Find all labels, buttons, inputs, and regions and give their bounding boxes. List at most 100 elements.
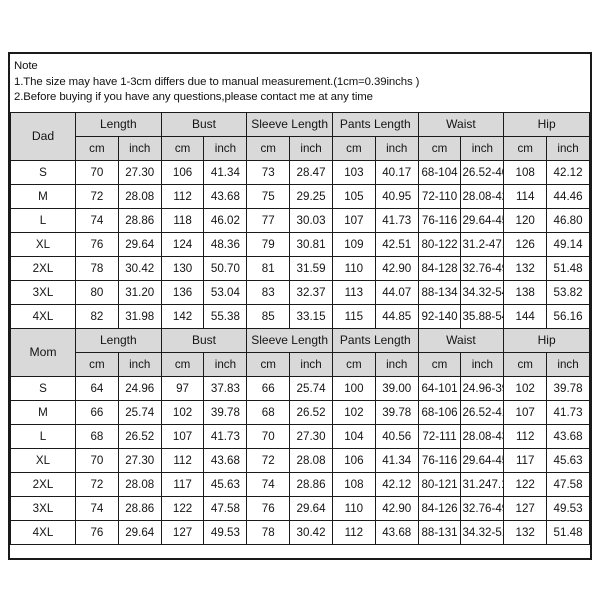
cell-pants-cm: 103 <box>331 159 376 185</box>
dad-unit-bust-cm: cm <box>160 135 205 161</box>
cell-sleeve-inch: 29.25 <box>289 183 333 209</box>
cell-length-cm: 74 <box>75 495 119 521</box>
cell-pants-cm: 112 <box>331 519 376 545</box>
dad-unit-waist-cm: cm <box>417 135 462 161</box>
cell-length-inch: 30.42 <box>117 255 162 281</box>
note-line-title: Note <box>14 60 38 72</box>
cell-hip-cm: 120 <box>503 207 548 233</box>
cell-pants-inch: 40.95 <box>374 183 419 209</box>
mom-unit-waist-cm: cm <box>417 351 462 377</box>
dad-header-row-units: cm inch cm inch cm inch cm inch cm inch … <box>11 135 590 161</box>
cell-sleeve-cm: 75 <box>246 183 291 209</box>
cell-pants-cm: 102 <box>331 399 376 425</box>
cell-waist-cm: 88-134 <box>417 279 462 305</box>
cell-hip-inch: 44.46 <box>546 183 590 209</box>
dad-header-length: Length <box>75 111 162 137</box>
mom-group-label: Mom <box>10 327 76 377</box>
dad-unit-sleeve-inch: inch <box>289 135 333 161</box>
cell-length-inch: 29.64 <box>117 231 162 257</box>
size-chart-body: Dad Length Bust Sleeve Length Pants Leng… <box>10 111 590 545</box>
cell-bust-cm: 102 <box>160 399 205 425</box>
cell-sleeve-cm: 74 <box>246 471 291 497</box>
cell-pants-cm: 110 <box>331 255 376 281</box>
cell-pants-inch: 42.90 <box>374 495 419 521</box>
cell-waist-cm: 68-104 <box>417 159 462 185</box>
mom-unit-length-inch: inch <box>117 351 162 377</box>
cell-size: 3XL <box>10 495 76 521</box>
cell-sleeve-inch: 33.15 <box>289 303 333 329</box>
cell-length-inch: 27.30 <box>117 159 162 185</box>
cell-hip-inch: 41.73 <box>546 399 590 425</box>
cell-length-inch: 28.86 <box>117 495 162 521</box>
dad-header-waist: Waist <box>417 111 505 137</box>
cell-hip-cm: 102 <box>503 375 548 401</box>
cell-hip-inch: 42.12 <box>546 159 590 185</box>
cell-waist-cm: 88-131 <box>417 519 462 545</box>
table-row: 3XL 80 31.20 136 53.04 83 32.37 113 44.0… <box>10 279 590 305</box>
cell-sleeve-cm: 79 <box>246 231 291 257</box>
cell-bust-inch: 50.70 <box>203 255 248 281</box>
cell-waist-inch: 26.52-41.34 <box>460 399 505 425</box>
dad-unit-length-inch: inch <box>117 135 162 161</box>
cell-waist-inch: 31.2-47.58 <box>460 231 505 257</box>
cell-hip-inch: 47.58 <box>546 471 590 497</box>
cell-length-cm: 68 <box>75 423 119 449</box>
table-row: XL 70 27.30 112 43.68 72 28.08 106 41.34… <box>10 447 590 473</box>
cell-length-cm: 74 <box>75 207 119 233</box>
cell-sleeve-inch: 31.59 <box>289 255 333 281</box>
table-row: XL 76 29.64 124 48.36 79 30.81 109 42.51… <box>10 231 590 257</box>
cell-hip-cm: 122 <box>503 471 548 497</box>
dad-header-sleeve-length: Sleeve Length <box>246 111 333 137</box>
cell-hip-inch: 45.63 <box>546 447 590 473</box>
cell-sleeve-inch: 25.74 <box>289 375 333 401</box>
cell-sleeve-cm: 76 <box>246 495 291 521</box>
cell-hip-inch: 43.68 <box>546 423 590 449</box>
cell-bust-cm: 112 <box>160 183 205 209</box>
cell-length-inch: 25.74 <box>117 399 162 425</box>
table-row: M 72 28.08 112 43.68 75 29.25 105 40.95 … <box>10 183 590 209</box>
mom-unit-length-cm: cm <box>75 351 119 377</box>
note-line-1: 1.The size may have 1-3cm differs due to… <box>14 75 420 88</box>
dad-unit-pants-cm: cm <box>331 135 376 161</box>
cell-waist-cm: 76-116 <box>417 207 462 233</box>
cell-size: XL <box>10 231 76 257</box>
cell-length-inch: 31.20 <box>117 279 162 305</box>
cell-pants-cm: 115 <box>331 303 376 329</box>
mom-unit-waist-inch: inch <box>460 351 505 377</box>
cell-hip-cm: 127 <box>503 495 548 521</box>
cell-sleeve-inch: 30.81 <box>289 231 333 257</box>
cell-hip-inch: 53.82 <box>546 279 590 305</box>
cell-length-inch: 31.98 <box>117 303 162 329</box>
cell-sleeve-inch: 28.08 <box>289 447 333 473</box>
table-row: L 74 28.86 118 46.02 77 30.03 107 41.73 … <box>10 207 590 233</box>
cell-pants-inch: 41.73 <box>374 207 419 233</box>
cell-waist-inch: 24.96-39.39 <box>460 375 505 401</box>
cell-sleeve-inch: 28.47 <box>289 159 333 185</box>
mom-header-length: Length <box>75 327 162 353</box>
cell-bust-cm: 118 <box>160 207 205 233</box>
cell-length-inch: 24.96 <box>117 375 162 401</box>
cell-length-cm: 76 <box>75 519 119 545</box>
cell-length-cm: 72 <box>75 183 119 209</box>
cell-bust-inch: 47.58 <box>203 495 248 521</box>
cell-hip-cm: 112 <box>503 423 548 449</box>
cell-bust-inch: 37.83 <box>203 375 248 401</box>
cell-bust-cm: 117 <box>160 471 205 497</box>
mom-unit-bust-cm: cm <box>160 351 205 377</box>
cell-hip-inch: 39.78 <box>546 375 590 401</box>
cell-bust-cm: 124 <box>160 231 205 257</box>
cell-size: M <box>10 399 76 425</box>
cell-waist-inch: 29.64-45.24 <box>460 207 505 233</box>
mom-unit-hip-inch: inch <box>546 351 590 377</box>
dad-unit-hip-inch: inch <box>546 135 590 161</box>
cell-hip-inch: 49.14 <box>546 231 590 257</box>
cell-pants-cm: 104 <box>331 423 376 449</box>
cell-size: M <box>10 183 76 209</box>
dad-unit-bust-inch: inch <box>203 135 248 161</box>
cell-waist-cm: 84-126 <box>417 495 462 521</box>
cell-sleeve-inch: 32.37 <box>289 279 333 305</box>
cell-bust-inch: 55.38 <box>203 303 248 329</box>
cell-length-inch: 29.64 <box>117 519 162 545</box>
table-row: 4XL 76 29.64 127 49.53 78 30.42 112 43.6… <box>10 519 590 545</box>
cell-pants-inch: 44.07 <box>374 279 419 305</box>
